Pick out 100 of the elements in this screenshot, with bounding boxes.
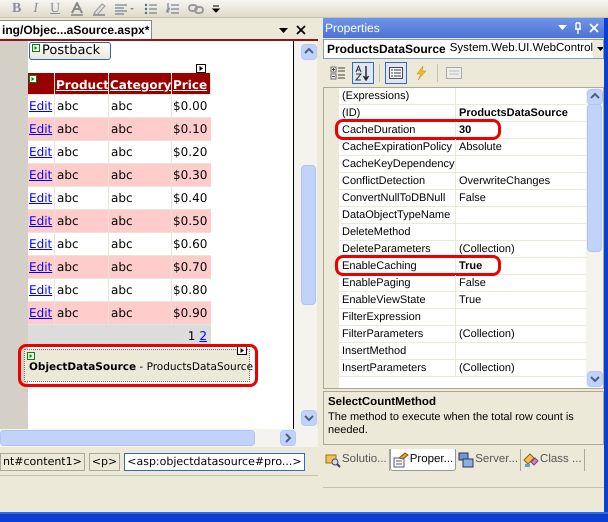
font-color-icon[interactable] <box>70 2 84 16</box>
close-icon[interactable] <box>296 25 306 35</box>
property-name[interactable]: FilterExpression <box>339 309 456 325</box>
control-glyph-icon <box>32 44 40 52</box>
property-name[interactable]: EnableCaching <box>339 258 456 274</box>
table-cell-text: $0.10 <box>173 121 208 138</box>
table-cell-text: abc <box>111 282 133 299</box>
table-cell-text: $0.70 <box>173 259 208 276</box>
edit-link[interactable]: Edit <box>29 235 52 253</box>
object-name: ProductsDataSource <box>327 41 446 58</box>
link-icon[interactable] <box>188 2 204 16</box>
bullet-list-icon[interactable] <box>144 2 158 14</box>
panel-tab[interactable]: Proper... <box>390 449 456 471</box>
tag-path-item[interactable]: nt#content1> <box>0 453 85 471</box>
property-value[interactable]: (Collection) <box>456 326 586 342</box>
table-cell-text: abc <box>111 121 133 138</box>
property-name[interactable]: DataObjectTypeName <box>339 207 456 223</box>
edit-link[interactable]: Edit <box>29 258 52 276</box>
data-source-control[interactable]: ObjectDataSource - ProductsDataSource <box>24 349 250 382</box>
dropdown-arrow-icon[interactable] <box>279 28 288 34</box>
edit-link[interactable]: Edit <box>29 143 52 161</box>
property-name[interactable]: ConvertNullToDBNull <box>339 190 456 206</box>
property-name[interactable]: CacheDuration <box>339 122 456 138</box>
property-name[interactable]: CacheExpirationPolicy <box>339 139 456 155</box>
property-name[interactable]: InsertMethod <box>339 343 456 359</box>
property-name[interactable]: CacheKeyDependency <box>339 156 456 172</box>
edit-link[interactable]: Edit <box>29 120 52 138</box>
property-value[interactable]: OverwriteChanges <box>456 173 586 189</box>
column-header[interactable]: Price <box>173 78 208 92</box>
table-cell-text: abc <box>111 305 133 322</box>
pin-icon[interactable] <box>574 22 582 34</box>
property-name[interactable]: InsertParameters <box>339 360 456 376</box>
table-cell-text: $0.50 <box>173 213 208 230</box>
table-cell-text: abc <box>57 98 79 115</box>
property-value[interactable]: ProductsDataSource <box>456 105 586 121</box>
scroll-up-button[interactable] <box>586 89 602 105</box>
property-value[interactable]: False <box>456 275 586 291</box>
pencil-icon[interactable] <box>92 2 106 16</box>
control-glyph-icon <box>27 352 35 360</box>
property-name[interactable]: (Expressions) <box>339 88 456 104</box>
property-name[interactable]: EnablePaging <box>339 275 456 291</box>
edit-link[interactable]: Edit <box>29 166 52 184</box>
tag-path-item[interactable]: <asp:objectdatasource#pro...> <box>124 453 305 471</box>
edit-link[interactable]: Edit <box>29 304 52 322</box>
table-cell-text: $0.00 <box>173 98 208 115</box>
scroll-up-button[interactable] <box>300 44 316 60</box>
scroll-down-button[interactable] <box>300 410 316 426</box>
table-cell-text: $0.60 <box>173 236 208 253</box>
smart-tag-icon[interactable] <box>237 346 247 355</box>
property-name[interactable]: FilterParameters <box>339 326 456 342</box>
vertical-scrollbar[interactable] <box>586 88 603 388</box>
edit-link[interactable]: Edit <box>29 189 52 207</box>
categorized-icon <box>330 66 346 80</box>
toolbar-button[interactable] <box>352 62 374 84</box>
property-name[interactable]: EnableViewState <box>339 292 456 308</box>
scroll-right-button[interactable] <box>280 430 296 446</box>
document-tab[interactable]: ing/Objec...aSource.aspx* <box>0 20 152 39</box>
table-cell-text: abc <box>57 167 79 184</box>
column-header[interactable]: Category <box>110 78 172 92</box>
property-value[interactable]: False <box>456 190 586 206</box>
page-link[interactable]: 2 <box>199 326 207 344</box>
panel-tab[interactable]: Solutio... <box>323 449 390 471</box>
property-value[interactable]: (Collection) <box>456 360 586 376</box>
table-cell-text: abc <box>111 167 133 184</box>
table-cell-text: abc <box>57 213 79 230</box>
numbered-list-icon[interactable] <box>166 2 180 14</box>
object-selector[interactable]: ProductsDataSource System.Web.UI.WebControl <box>323 39 604 59</box>
property-value[interactable]: True <box>456 258 586 274</box>
vertical-scrollbar[interactable] <box>300 41 317 429</box>
postback-button[interactable]: Postback <box>29 42 111 60</box>
table-cell-text: abc <box>57 282 79 299</box>
page-link[interactable]: 1 <box>188 326 196 344</box>
horizontal-scroll-thumb[interactable] <box>0 430 255 446</box>
table-cell-text: abc <box>111 144 133 161</box>
scroll-thumb[interactable] <box>301 165 316 305</box>
toolbar-overflow-icon[interactable] <box>212 4 220 14</box>
property-name[interactable]: (ID) <box>339 105 456 121</box>
align-left-icon[interactable] <box>114 2 136 14</box>
properties-hand-icon <box>392 452 409 468</box>
table-cell-text: abc <box>111 98 133 115</box>
toolbar-button[interactable] <box>385 62 407 84</box>
panel-tab[interactable]: Server... <box>456 449 522 471</box>
edit-link[interactable]: Edit <box>29 281 52 299</box>
property-name[interactable]: DeleteMethod <box>339 224 456 240</box>
property-value[interactable]: (Collection) <box>456 241 586 257</box>
search-folder-icon <box>325 452 341 468</box>
scroll-down-button[interactable] <box>586 371 602 387</box>
property-value[interactable]: Absolute <box>456 139 586 155</box>
panel-tab[interactable]: Class ... <box>521 449 585 471</box>
edit-link[interactable]: Edit <box>29 97 52 115</box>
tag-path-item[interactable]: <p> <box>88 453 120 471</box>
table-cell-text: abc <box>111 236 133 253</box>
property-list-icon <box>389 67 403 79</box>
property-value[interactable]: 30 <box>456 122 586 138</box>
smart-tag-icon[interactable] <box>196 64 206 73</box>
property-value[interactable]: True <box>456 292 586 308</box>
property-name[interactable]: ConflictDetection <box>339 173 456 189</box>
property-name[interactable]: DeleteParameters <box>339 241 456 257</box>
edit-link[interactable]: Edit <box>29 212 52 230</box>
scroll-thumb[interactable] <box>587 104 602 252</box>
